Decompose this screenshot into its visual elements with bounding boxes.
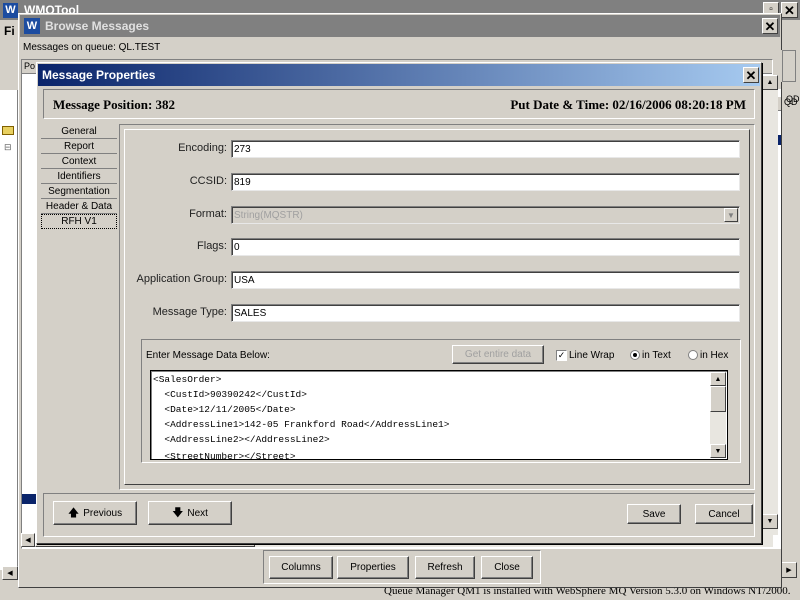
put-date-time: Put Date & Time: 02/16/2006 08:20:18 PM <box>510 97 746 112</box>
browse-vscroll[interactable]: ▲ ▼ <box>762 75 778 535</box>
message-data-label: Enter Message Data Below: <box>146 350 270 361</box>
tab-report[interactable]: Report <box>41 139 117 154</box>
previous-button[interactable]: 🡅 Previous <box>53 501 137 525</box>
save-button[interactable]: Save <box>627 504 681 524</box>
application-group-field[interactable]: USA <box>231 271 740 289</box>
dialog-title-bar: Message Properties ✕ <box>38 64 760 86</box>
line-wrap-label: Line Wrap <box>569 350 615 361</box>
in-hex-radio[interactable] <box>688 350 698 360</box>
tree-expander[interactable]: ⊟ <box>4 142 12 153</box>
message-properties-dialog: Message Properties ✕ Message Position: 3… <box>36 62 762 544</box>
dialog-close-button[interactable]: ✕ <box>743 67 759 83</box>
browse-title: Browse Messages <box>45 19 150 33</box>
ccsid-field[interactable]: 819 <box>231 173 740 191</box>
previous-label: Previous <box>83 507 123 519</box>
right-column-qd: QD <box>784 97 798 107</box>
flags-field[interactable]: 0 <box>231 238 740 256</box>
main-left-pane: ⊟ <box>0 90 18 570</box>
message-type-field[interactable]: SALES <box>231 304 740 322</box>
app-icon: W <box>3 3 18 18</box>
tab-segmentation[interactable]: Segmentation <box>41 184 117 199</box>
next-button[interactable]: 🡇 Next <box>148 501 232 525</box>
far-right-strip <box>779 50 800 82</box>
column-header-label: Po <box>24 61 36 71</box>
data-vscroll[interactable]: ▲ ▼ <box>710 372 726 458</box>
tab-rfh-v1[interactable]: RFH V1 <box>41 214 117 229</box>
encoding-field[interactable]: 273 <box>231 140 740 158</box>
cancel-button[interactable]: Cancel <box>695 504 753 524</box>
flags-label: Flags: <box>197 240 227 252</box>
data-line-2: <CustId>90390242</CustId> <box>153 389 307 400</box>
vscroll-down-button[interactable]: ▼ <box>762 514 778 529</box>
format-dropdown-arrow-icon[interactable]: ▼ <box>724 208 738 222</box>
down-arrow-icon: 🡇 <box>172 506 184 519</box>
message-position: Message Position: 382 <box>53 97 176 112</box>
message-data-group: Enter Message Data Below: Get entire dat… <box>141 339 741 463</box>
next-label: Next <box>187 507 208 519</box>
message-type-label: Message Type: <box>152 306 227 318</box>
main-close-button[interactable]: ✕ <box>781 2 798 18</box>
refresh-button[interactable]: Refresh <box>415 556 475 579</box>
data-scroll-up-button[interactable]: ▲ <box>710 372 726 386</box>
tab-header-and-data[interactable]: Header & Data <box>41 199 117 214</box>
up-arrow-icon: 🡅 <box>67 506 80 519</box>
properties-button[interactable]: Properties <box>337 556 409 579</box>
in-text-radio[interactable] <box>630 350 640 360</box>
data-line-4: <AddressLine1>142-05 Frankford Road</Add… <box>153 419 450 430</box>
get-entire-data-button[interactable]: Get entire data <box>452 345 544 364</box>
data-scroll-down-button[interactable]: ▼ <box>710 444 726 458</box>
main-scroll-right-button[interactable]: ▶ <box>781 562 797 578</box>
dialog-header: Message Position: 382 Put Date & Time: 0… <box>43 89 755 119</box>
data-line-5: <AddressLine2></AddressLine2> <box>153 434 330 445</box>
encoding-label: Encoding: <box>178 142 227 154</box>
dialog-title: Message Properties <box>42 68 156 82</box>
format-label: Format: <box>189 208 227 220</box>
in-text-label: in Text <box>642 350 671 361</box>
queue-label: Messages on queue: QL.TEST <box>23 42 161 53</box>
tab-identifiers[interactable]: Identifiers <box>41 169 117 184</box>
hscroll-left-button[interactable]: ◀ <box>21 533 35 547</box>
application-group-label: Application Group: <box>136 273 228 285</box>
data-line-1: <SalesOrder> <box>153 374 222 385</box>
main-scroll-left-button[interactable]: ◀ <box>2 566 18 580</box>
in-hex-label: in Hex <box>700 350 729 361</box>
tab-general[interactable]: General <box>41 124 117 139</box>
data-line-6: <StreetNumber></Street> <box>153 451 296 460</box>
main-menu-partial[interactable]: Fi <box>4 24 15 38</box>
format-select[interactable]: String(MQSTR) <box>231 206 740 224</box>
data-line-3: <Date>12/11/2005</Date> <box>153 404 296 415</box>
browse-icon: W <box>24 18 40 34</box>
line-wrap-checkbox[interactable]: ✓ <box>556 350 567 361</box>
columns-button[interactable]: Columns <box>269 556 333 579</box>
browse-title-bar: W Browse Messages ✕ <box>20 15 780 37</box>
close-button[interactable]: Close <box>481 556 533 579</box>
folder-icon <box>2 126 14 135</box>
browse-close-button[interactable]: ✕ <box>762 18 778 34</box>
message-data-textarea[interactable]: <SalesOrder> <CustId>90390242</CustId> <… <box>150 370 728 460</box>
far-right-thumb <box>782 50 796 82</box>
in-text-radio-dot <box>633 353 637 357</box>
tab-context[interactable]: Context <box>41 154 117 169</box>
data-scroll-thumb[interactable] <box>710 386 726 412</box>
tab-list: General Report Context Identifiers Segme… <box>41 124 117 229</box>
vscroll-up-button[interactable]: ▲ <box>762 75 778 90</box>
ccsid-label: CCSID: <box>189 175 227 187</box>
